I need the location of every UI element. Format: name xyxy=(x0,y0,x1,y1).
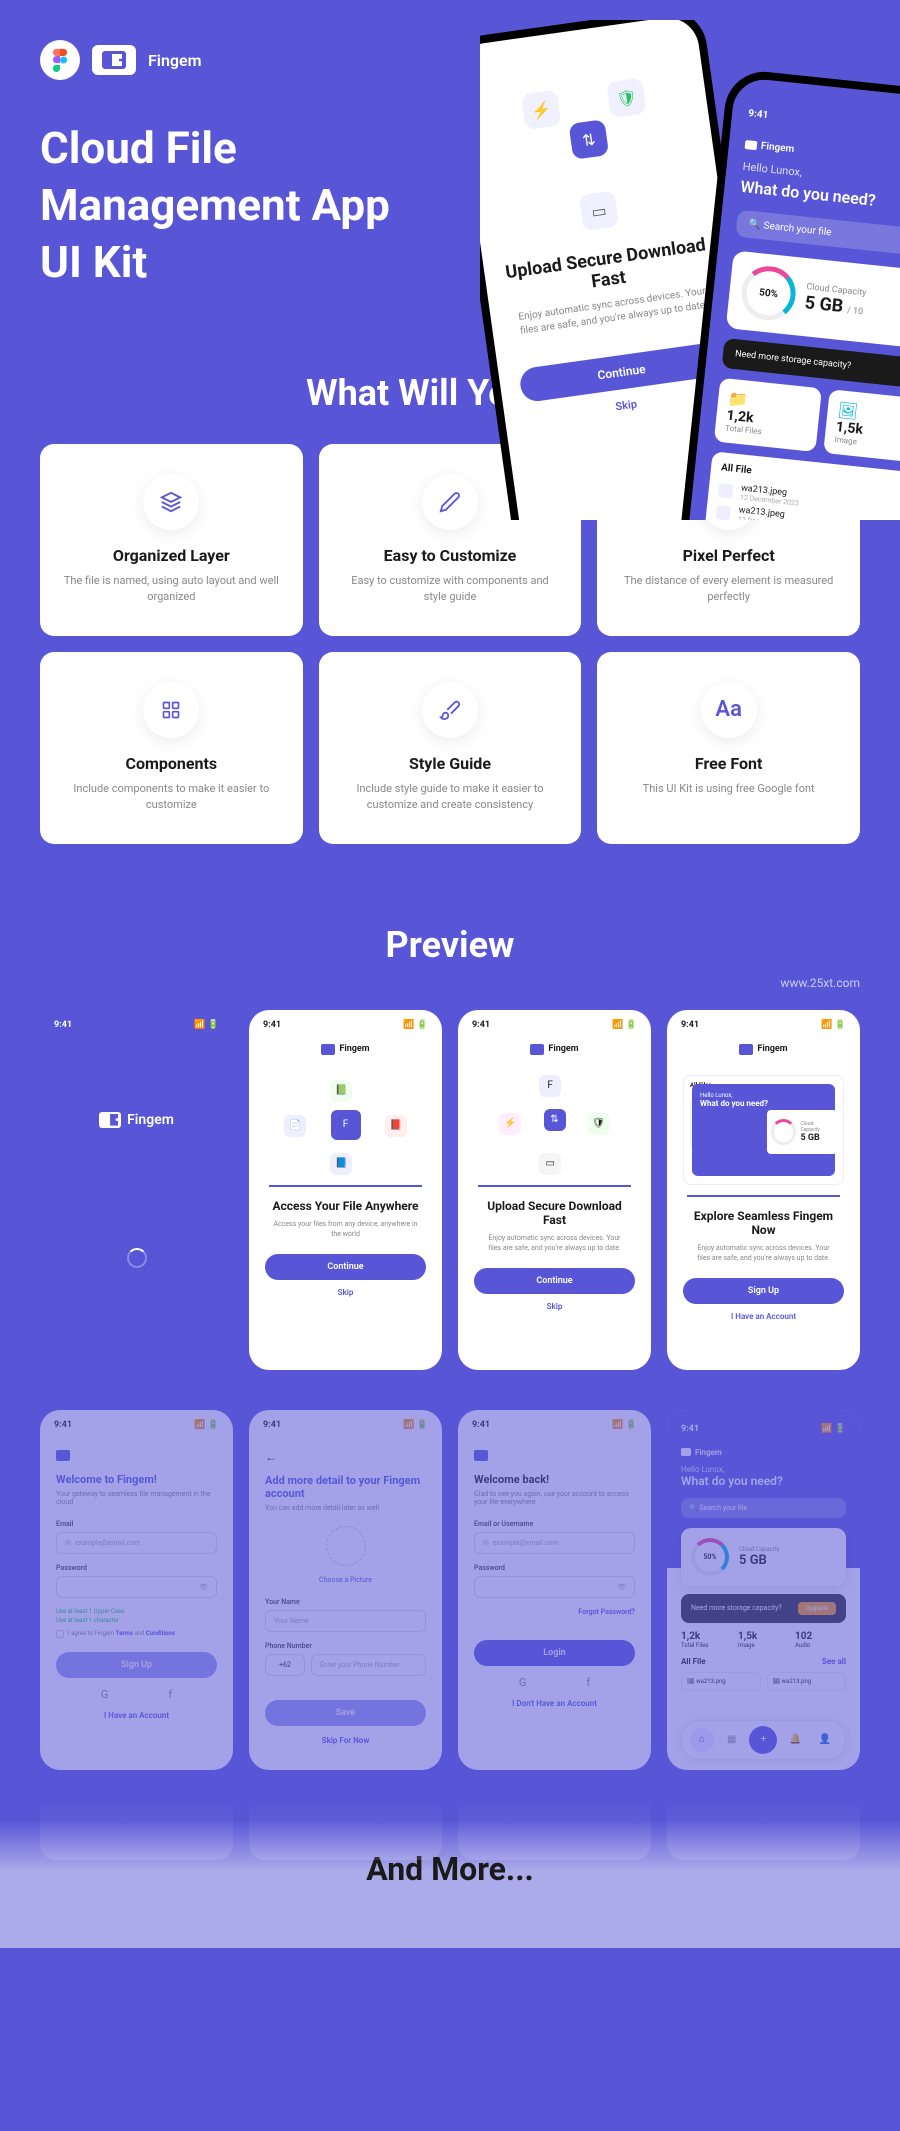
preview-splash: 9:41📶 🔋 Fingem xyxy=(40,1010,233,1370)
preview-signup: 9:41📶 🔋 Welcome to Fingem! Your gateway … xyxy=(40,1410,233,1770)
nav-add-icon[interactable]: + xyxy=(749,1726,777,1754)
google-icon[interactable]: G xyxy=(101,1688,109,1701)
hero-title: Cloud File Management App UI Kit xyxy=(40,120,440,292)
phone-mockups: ⚡ 🛡 ⇅ ▭ Upload Secure Download Fast Enjo… xyxy=(480,20,900,520)
skip-link[interactable]: Skip For Now xyxy=(265,1736,426,1745)
shield-icon: 🛡 xyxy=(588,1113,610,1135)
brand-logo xyxy=(92,45,136,75)
layers-icon xyxy=(143,474,199,530)
skip-link[interactable]: Skip xyxy=(249,1288,442,1297)
logo-icon xyxy=(745,140,758,150)
logo-icon: F xyxy=(539,1075,561,1097)
search-input[interactable]: 🔍 Search your file xyxy=(681,1498,846,1518)
logo-icon xyxy=(99,1112,121,1128)
feature-card: ComponentsInclude components to make it … xyxy=(40,652,303,844)
skip-link[interactable]: Skip xyxy=(458,1302,651,1311)
shield-icon: 🛡 xyxy=(606,77,647,118)
signup-button[interactable]: Sign Up xyxy=(56,1652,217,1678)
sync-icon: ⇅ xyxy=(544,1109,566,1131)
stat-card: 🖼1,5kImage xyxy=(823,389,900,463)
sync-icon: ⇅ xyxy=(569,119,610,160)
password-input[interactable]: 👁 xyxy=(56,1576,217,1598)
preview-onboarding-1: 9:41📶 🔋 Fingem F 📄 📕 📗 📘 Access Your Fil… xyxy=(249,1010,442,1370)
preview-onboarding-2: 9:41📶 🔋 Fingem ⇅ ⚡ 🛡 F ▭ Upload Secure D… xyxy=(458,1010,651,1370)
doc-icon: 📕 xyxy=(385,1115,407,1137)
nav-home-icon[interactable]: ⌂ xyxy=(690,1728,714,1752)
preview-grid-row2: 9:41📶 🔋 Welcome to Fingem! Your gateway … xyxy=(0,1390,900,1790)
have-account-link[interactable]: I Have an Account xyxy=(56,1711,217,1720)
name-input[interactable]: Your Name xyxy=(265,1610,426,1632)
logo-mark-icon xyxy=(102,51,126,69)
brand-name: Fingem xyxy=(148,51,202,70)
search-input[interactable]: 🔍 Search your file xyxy=(735,210,900,259)
feature-card: AaFree FontThis UI Kit is using free Goo… xyxy=(597,652,860,844)
preview-onboarding-3: 9:41📶 🔋 Fingem All Files Folder 1 Hello … xyxy=(667,1010,860,1370)
no-account-link[interactable]: I Don't Have an Account xyxy=(474,1699,635,1708)
illustration: All Files Folder 1 Hello Lunox, What do … xyxy=(683,1075,844,1185)
bolt-icon: ⚡ xyxy=(521,90,562,131)
save-button[interactable]: Save xyxy=(265,1700,426,1726)
phone-input[interactable]: Enter your Phone Number xyxy=(311,1654,426,1676)
username-input[interactable]: ✉ example@email.com xyxy=(474,1532,635,1554)
bolt-icon: ⚡ xyxy=(499,1113,521,1135)
preview-home: 9:41📶 🔋 Fingem Hello Lunox, What do you … xyxy=(667,1410,860,1770)
preview-detail: 9:41📶 🔋 ← Add more detail to your Fingem… xyxy=(249,1410,442,1770)
doc-icon: 📘 xyxy=(330,1153,352,1175)
device-icon: ▭ xyxy=(579,190,620,231)
upsell-banner[interactable]: Need more storage capacity?Upgrade xyxy=(681,1594,846,1623)
logo-node-icon: F xyxy=(331,1110,361,1140)
continue-button[interactable]: Continue xyxy=(474,1268,635,1294)
signup-button[interactable]: Sign Up xyxy=(683,1278,844,1304)
back-icon[interactable]: ← xyxy=(265,1450,426,1464)
facebook-icon[interactable]: f xyxy=(586,1676,590,1689)
device-icon: ▭ xyxy=(539,1153,561,1175)
preview-login: 9:41📶 🔋 Welcome back! Glad to see you ag… xyxy=(458,1410,651,1770)
watermark: www.25xt.com xyxy=(0,976,900,990)
spinner-icon xyxy=(127,1248,147,1268)
status-time: 9:41 xyxy=(748,108,769,121)
doc-icon: 📄 xyxy=(284,1115,306,1137)
nav-bell-icon[interactable]: 🔔 xyxy=(783,1728,807,1752)
feature-card: Organized LayerThe file is named, using … xyxy=(40,444,303,636)
avatar-placeholder[interactable] xyxy=(326,1526,366,1566)
google-icon[interactable]: G xyxy=(519,1676,527,1689)
choose-picture-link[interactable]: Choose a Picture xyxy=(265,1576,426,1584)
login-button[interactable]: Login xyxy=(474,1640,635,1666)
bottom-nav: ⌂ ▦ + 🔔 👤 xyxy=(681,1720,846,1760)
feature-card: Style GuideInclude style guide to make i… xyxy=(319,652,582,844)
stat-card: 📁1,2kTotal Files xyxy=(714,378,822,452)
file-card[interactable]: 🖼 wa213.png xyxy=(681,1672,761,1691)
grid-icon xyxy=(143,682,199,738)
nav-user-icon[interactable]: 👤 xyxy=(813,1728,837,1752)
font-icon: Aa xyxy=(701,682,757,738)
continue-button[interactable]: Continue xyxy=(265,1254,426,1280)
nav-grid-icon[interactable]: ▦ xyxy=(720,1728,744,1752)
email-input[interactable]: ✉ example@email.com xyxy=(56,1532,217,1554)
preview-grid-row1: 9:41📶 🔋 Fingem 9:41📶 🔋 Fingem F 📄 📕 📗 📘 … xyxy=(0,990,900,1390)
facebook-icon[interactable]: f xyxy=(168,1688,172,1701)
capacity-card: 50% Cloud Capacity5 GB xyxy=(681,1528,846,1586)
hero: Cloud File Management App UI Kit ⚡ 🛡 ⇅ ▭… xyxy=(0,100,900,332)
forgot-password-link[interactable]: Forgot Password? xyxy=(474,1608,635,1616)
figma-icon xyxy=(40,40,80,80)
have-account-link[interactable]: I Have an Account xyxy=(667,1312,860,1321)
file-card[interactable]: 🖼 wa213.png xyxy=(767,1672,847,1691)
country-code[interactable]: +62 xyxy=(265,1654,305,1676)
brush-icon xyxy=(422,682,478,738)
doc-icon: 📗 xyxy=(330,1080,352,1102)
terms-checkbox[interactable]: I agree to Fingem Terms and Conditions xyxy=(56,1630,217,1638)
capacity-card: 50% Cloud Capacity5 GB / 10 xyxy=(726,250,900,350)
password-input[interactable]: 👁 xyxy=(474,1576,635,1598)
capacity-ring: 50% xyxy=(739,264,798,323)
pencil-icon xyxy=(422,474,478,530)
